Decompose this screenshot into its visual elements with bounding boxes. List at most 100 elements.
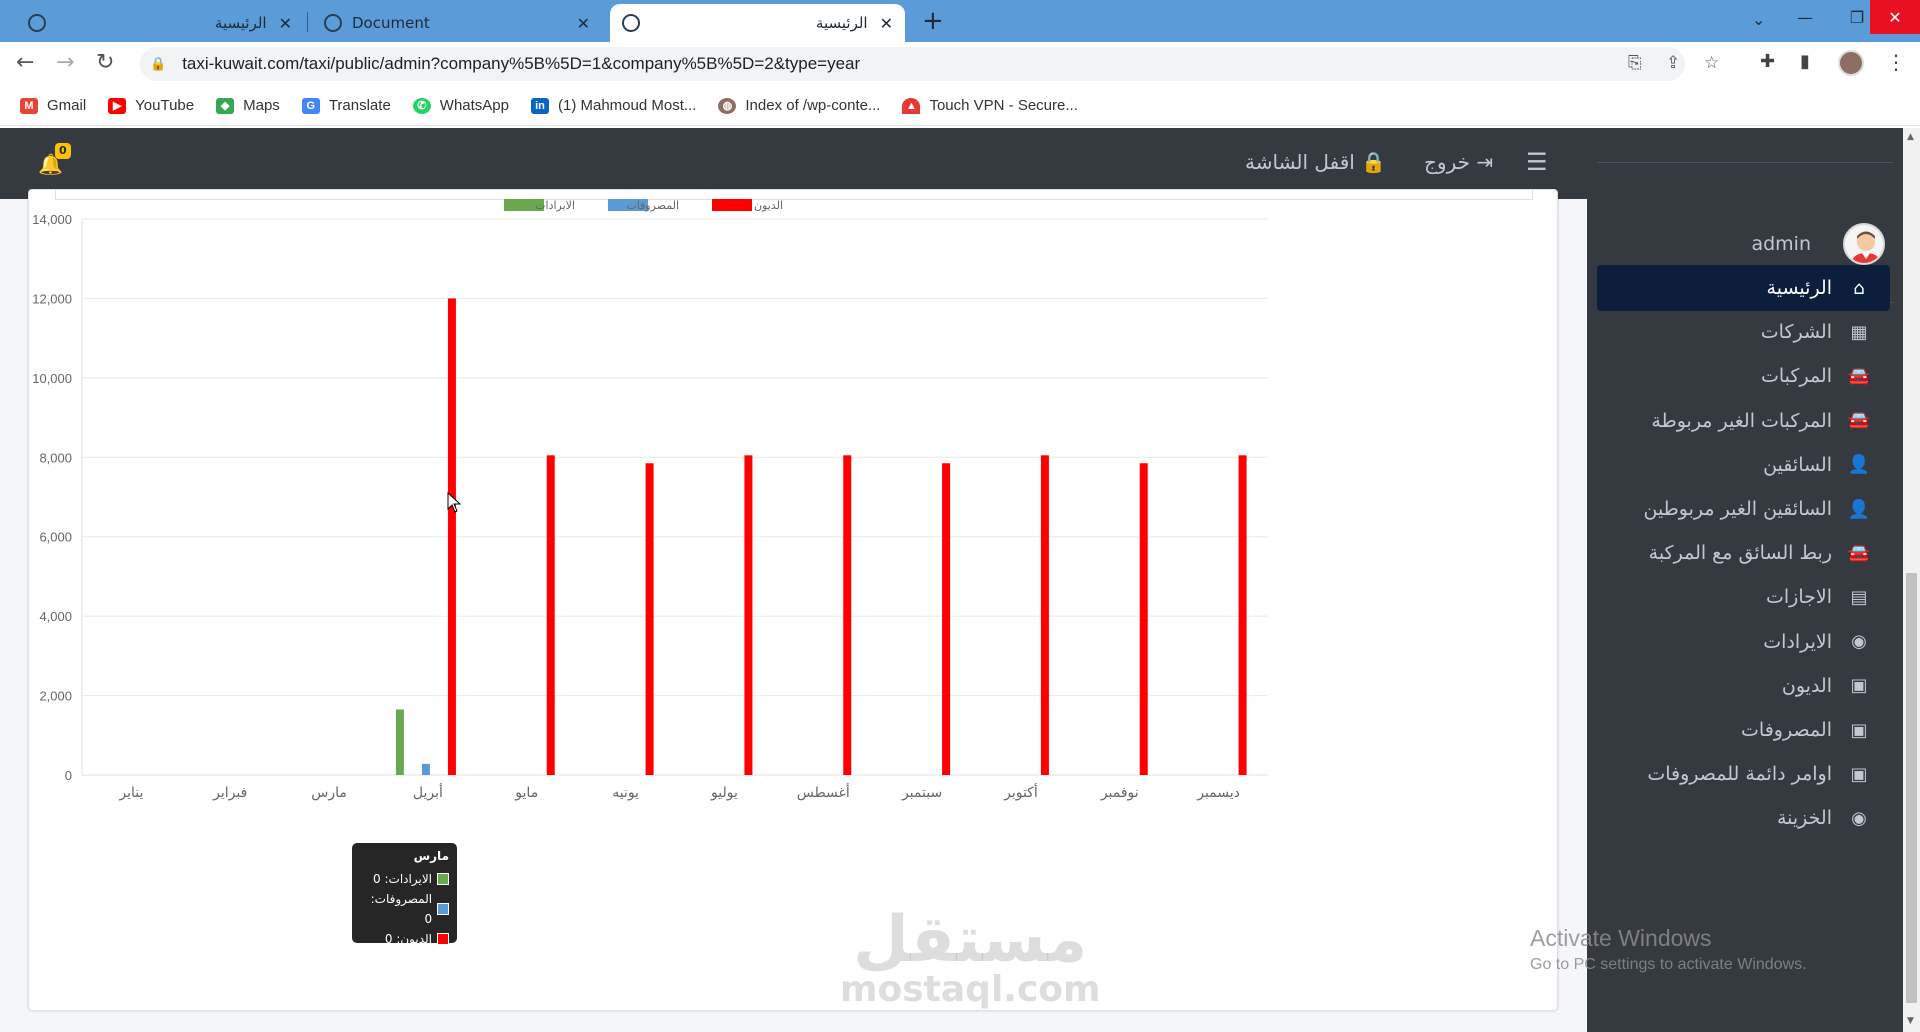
share-icon[interactable]: ⇪: [1666, 53, 1680, 73]
bookmark-label: YouTube: [135, 97, 195, 114]
chart-tooltip: مارس الايرادات: 0 المصروفات: 0 الديون: 0: [352, 843, 457, 946]
back-icon[interactable]: ←: [16, 50, 34, 75]
bookmark-translate[interactable]: G Translate: [301, 97, 391, 114]
browser-toolbar: ← → ↻ 🔒 taxi-kuwait.com/taxi/public/admi…: [0, 42, 1920, 86]
bookmark-touchvpn[interactable]: ▲ Touch VPN - Secure...: [902, 97, 1078, 114]
sidebar-item-label: الخزينة: [1776, 807, 1832, 830]
whatsapp-icon: ✆: [412, 97, 431, 114]
avatar: [1843, 223, 1885, 265]
bookmark-index[interactable]: ◍ Index of /wp-conte...: [718, 97, 880, 114]
bar-debts[interactable]: [1238, 455, 1247, 775]
browser-tab-active[interactable]: الرئيسية ✕: [610, 4, 905, 42]
legend-label[interactable]: الايرادات: [535, 199, 575, 212]
profile-avatar[interactable]: [1838, 50, 1864, 76]
bookmark-label: Translate: [328, 97, 391, 114]
bookmark-linkedin[interactable]: in (1) Mahmoud Most...: [531, 97, 696, 114]
minimize-button[interactable]: —: [1780, 0, 1830, 34]
browser-tab[interactable]: الرئيسية ✕: [16, 4, 304, 42]
scroll-up-icon[interactable]: ▲: [1907, 132, 1914, 142]
translate-page-icon[interactable]: ⎘: [1628, 53, 1642, 73]
user-icon: 👤: [1847, 498, 1871, 520]
logout-link[interactable]: ⇥ خروج: [1424, 150, 1493, 174]
close-tab-icon[interactable]: ✕: [279, 14, 292, 33]
tooltip-label: الايرادات: 0: [373, 872, 432, 886]
sidebar-item[interactable]: المركبات 🚘: [1597, 353, 1890, 399]
activate-subtitle: Go to PC settings to activate Windows.: [1530, 956, 1807, 973]
tab-title: الرئيسية: [815, 14, 868, 32]
tooltip-row: الايرادات: 0: [360, 869, 449, 889]
chart-grid: [82, 218, 1268, 776]
sidebar-item[interactable]: اوامر دائمة للمصروفات ▣: [1597, 751, 1890, 797]
user-lock-icon: 🔒: [1361, 150, 1387, 174]
page-scrollbar[interactable]: ▲ ▼: [1903, 128, 1920, 1032]
new-tab-button[interactable]: +: [922, 6, 944, 36]
chevron-down-icon[interactable]: ⌄: [1752, 10, 1765, 29]
sidebar-item[interactable]: الرئيسية ⌂: [1597, 265, 1890, 311]
sidebar-item-label: ربط السائق مع المركبة: [1648, 542, 1832, 565]
sidebar-item[interactable]: السائقين 👤: [1597, 442, 1890, 488]
sidebar-item[interactable]: ربط السائق مع المركبة 🚘: [1597, 530, 1890, 576]
bar-debts[interactable]: [744, 455, 753, 775]
address-bar[interactable]: 🔒 taxi-kuwait.com/taxi/public/admin?comp…: [140, 47, 1719, 81]
sidebar-item[interactable]: الشركات ▦: [1597, 309, 1890, 355]
youtube-icon: ▶: [108, 97, 127, 114]
bar-income[interactable]: [395, 709, 404, 775]
bookmark-whatsapp[interactable]: ✆ WhatsApp: [412, 97, 509, 114]
side-panel-icon[interactable]: ▮: [1800, 51, 1810, 72]
x-tick-label: يونيه: [612, 785, 639, 801]
forward-icon[interactable]: →: [56, 50, 74, 75]
notification-badge: 0: [55, 143, 71, 159]
site-icon: ◍: [718, 97, 737, 114]
tooltip-swatch: [437, 933, 449, 945]
bar-debts[interactable]: [645, 463, 654, 775]
sidebar-item[interactable]: المركبات الغير مربوطة 🚘: [1597, 398, 1890, 444]
sidebar-item[interactable]: الايرادات ◉: [1597, 619, 1890, 665]
sidebar-item[interactable]: الديون ▣: [1597, 663, 1890, 709]
chart-legend[interactable]: الديون المصروفات الايرادات: [504, 199, 783, 212]
close-tab-icon[interactable]: ✕: [880, 14, 893, 33]
user-name[interactable]: admin: [1751, 233, 1811, 255]
globe-icon: [324, 14, 342, 32]
sign-out-icon: ⇥: [1476, 150, 1494, 174]
browser-tab[interactable]: Document ✕: [312, 4, 602, 42]
x-tick-label: مايو: [514, 785, 538, 801]
bar-debts[interactable]: [447, 298, 456, 775]
sidebar-item-label: السائقين الغير مربوطين: [1643, 498, 1832, 520]
bookmark-gmail[interactable]: M Gmail: [20, 97, 86, 114]
legend-label[interactable]: المصروفات: [626, 199, 679, 212]
watermark-arabic: مستقل: [853, 903, 1088, 977]
more-menu-icon[interactable]: ⋮: [1886, 50, 1906, 74]
tooltip-row: المصروفات: 0: [360, 889, 449, 929]
bar-debts[interactable]: [843, 455, 852, 775]
lock-screen-link[interactable]: 🔒 اقفل الشاشة: [1245, 150, 1386, 174]
bookmark-youtube[interactable]: ▶ YouTube: [108, 97, 194, 114]
close-tab-icon[interactable]: ✕: [577, 14, 590, 33]
sidebar-item[interactable]: الاجازات ▤: [1597, 574, 1890, 620]
sidebar-item-label: اوامر دائمة للمصروفات: [1647, 763, 1832, 786]
extensions-icon[interactable]: ✚: [1760, 51, 1775, 72]
hamburger-menu-icon[interactable]: ☰: [1526, 148, 1548, 176]
x-tick-label: نوفمبر: [1100, 785, 1139, 801]
url-text[interactable]: taxi-kuwait.com/taxi/public/admin?compan…: [182, 54, 860, 74]
sidebar-item[interactable]: الخزينة ◉: [1597, 795, 1890, 841]
bar-debts[interactable]: [1139, 463, 1148, 775]
bar-debts[interactable]: [942, 463, 951, 775]
reload-icon[interactable]: ↻: [96, 50, 114, 75]
legend-label[interactable]: الديون: [754, 199, 783, 212]
user-icon: 👤: [1847, 454, 1871, 476]
window-close-button[interactable]: ✕: [1870, 0, 1920, 34]
scrollbar-thumb[interactable]: [1906, 573, 1917, 1003]
tab-separator: [307, 12, 308, 32]
star-icon[interactable]: ☆: [1704, 53, 1719, 73]
sidebar-item[interactable]: المصروفات ▣: [1597, 707, 1890, 753]
bar-debts[interactable]: [1040, 455, 1049, 775]
sidebar-item[interactable]: السائقين الغير مربوطين 👤: [1597, 486, 1890, 532]
x-tick-label: أبريل: [413, 783, 443, 801]
bookmark-maps[interactable]: ◆ Maps: [216, 97, 280, 114]
tooltip-row: الديون: 0: [360, 929, 449, 949]
bar-expenses[interactable]: [421, 763, 430, 775]
tooltip-label: الديون: 0: [384, 932, 432, 946]
bar-debts[interactable]: [546, 455, 555, 775]
x-tick-label: مارس: [311, 785, 347, 801]
scroll-down-icon[interactable]: ▼: [1907, 1016, 1914, 1026]
